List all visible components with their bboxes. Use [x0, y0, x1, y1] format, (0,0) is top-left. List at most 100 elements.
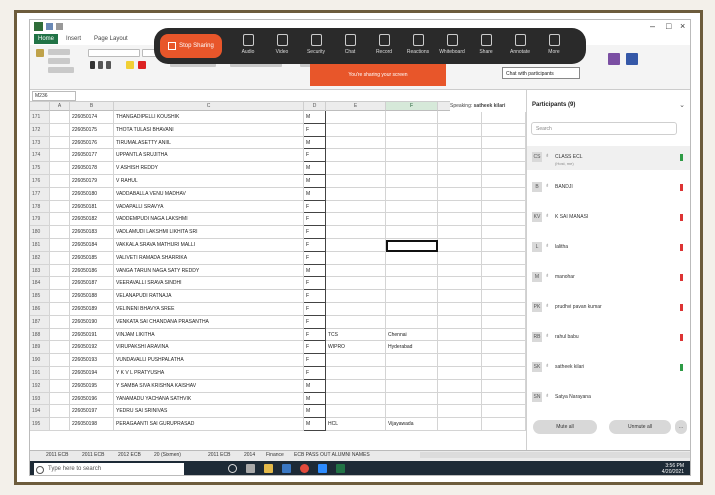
cell[interactable]: M	[304, 418, 326, 431]
cell[interactable]	[438, 315, 482, 329]
cell[interactable]: M	[304, 405, 326, 419]
participant-row[interactable]: SN ♁ Satya Narayana	[527, 386, 690, 410]
cell[interactable]: 226050184	[70, 239, 114, 252]
cell[interactable]	[326, 277, 386, 291]
cell[interactable]	[482, 303, 526, 316]
cell[interactable]: M	[304, 392, 326, 406]
toolbar-annotate-button[interactable]: Annotate	[506, 34, 534, 55]
selected-cell[interactable]	[386, 240, 438, 252]
cell[interactable]: F	[304, 149, 326, 163]
cell[interactable]: UPPANTLA SRUJITHA	[114, 149, 304, 163]
cell[interactable]: 226050174	[70, 111, 114, 124]
cell[interactable]	[326, 111, 386, 124]
cell[interactable]	[482, 162, 526, 175]
row-header[interactable]: 189	[30, 341, 50, 355]
cell[interactable]	[50, 367, 70, 380]
paste-icon[interactable]	[36, 49, 44, 57]
row-header[interactable]: 178	[30, 200, 50, 214]
cell[interactable]	[326, 354, 386, 367]
cell[interactable]: M	[304, 162, 326, 175]
cell[interactable]	[50, 264, 70, 278]
cell[interactable]: 226050179	[70, 175, 114, 188]
cell[interactable]	[386, 187, 438, 201]
cell[interactable]: M	[304, 187, 326, 201]
cell[interactable]	[482, 290, 526, 303]
cell[interactable]: F	[304, 200, 326, 214]
cell[interactable]: VANGA TARUN NAGA SATY REDDY	[114, 264, 304, 278]
cell[interactable]	[438, 290, 482, 303]
cell[interactable]: M	[304, 136, 326, 150]
cell[interactable]	[326, 315, 386, 329]
col-header-a[interactable]: A	[50, 102, 70, 111]
cell[interactable]	[326, 303, 386, 316]
cell[interactable]	[326, 187, 386, 201]
cell[interactable]: Vijayawada	[386, 418, 438, 431]
cell[interactable]	[326, 367, 386, 380]
cell[interactable]: Hyderabad	[386, 341, 438, 355]
participant-row[interactable]: CS ♁ CLASS ECL (Host, me)	[527, 146, 690, 170]
cell[interactable]	[386, 392, 438, 406]
sheet-tab[interactable]: 2012 ECB	[118, 452, 141, 458]
row-header[interactable]: 192	[30, 379, 50, 393]
cell[interactable]	[386, 405, 438, 419]
participant-row[interactable]: KV ♁ K SAI MANASI	[527, 206, 690, 230]
cell[interactable]	[482, 251, 526, 265]
cell[interactable]: 226050196	[70, 392, 114, 406]
cell[interactable]: TIRUMALASETTY ANIIL	[114, 136, 304, 150]
cell[interactable]	[50, 277, 70, 291]
mute-all-button[interactable]: Mute all	[533, 420, 597, 434]
font-name-select[interactable]	[88, 49, 140, 57]
cell[interactable]: 226050190	[70, 315, 114, 329]
cell[interactable]: 226050189	[70, 303, 114, 316]
cell[interactable]	[482, 187, 526, 201]
col-header-c[interactable]: C	[114, 102, 304, 111]
undo-icon[interactable]	[56, 23, 63, 30]
row-header[interactable]: 171	[30, 111, 50, 124]
cell[interactable]	[326, 213, 386, 227]
cell[interactable]	[326, 264, 386, 278]
cell[interactable]	[386, 200, 438, 214]
cell[interactable]: HCL	[326, 418, 386, 431]
cell[interactable]: F	[304, 277, 326, 291]
cell[interactable]	[50, 123, 70, 137]
cell[interactable]: Chennai	[386, 328, 438, 342]
sheet-tab[interactable]: 2011 ECB	[82, 452, 104, 458]
cell[interactable]	[438, 367, 482, 380]
participant-row[interactable]: L ♁ lalitha	[527, 236, 690, 260]
cell[interactable]: VINJAM LIKITHA	[114, 328, 304, 342]
cell[interactable]: F	[304, 226, 326, 239]
chrome-icon[interactable]	[300, 464, 309, 473]
cell[interactable]: F	[304, 123, 326, 137]
cell[interactable]: VELINENI BHAVYA SREE	[114, 303, 304, 316]
cell[interactable]	[482, 264, 526, 278]
copy-button[interactable]	[48, 58, 70, 64]
cell[interactable]	[482, 418, 526, 431]
cell[interactable]	[438, 200, 482, 214]
cell[interactable]	[326, 162, 386, 175]
cell[interactable]	[326, 251, 386, 265]
col-header-b[interactable]: B	[70, 102, 114, 111]
sheet-tab[interactable]: Finance	[266, 452, 284, 458]
cell[interactable]	[438, 111, 482, 124]
cell[interactable]	[50, 405, 70, 419]
cell[interactable]	[50, 175, 70, 188]
tab-home[interactable]: Home	[34, 34, 59, 44]
cell[interactable]: F	[304, 239, 326, 252]
cell[interactable]: F	[304, 251, 326, 265]
cell[interactable]	[326, 200, 386, 214]
row-header[interactable]: 187	[30, 315, 50, 329]
maximize-icon[interactable]: □	[666, 21, 671, 31]
cell[interactable]: M	[304, 175, 326, 188]
cell[interactable]	[326, 136, 386, 150]
excel-taskbar-icon[interactable]	[336, 464, 345, 473]
cell[interactable]: F	[304, 328, 326, 342]
cell[interactable]: F	[304, 315, 326, 329]
cell[interactable]: TCS	[326, 328, 386, 342]
fill-color-icon[interactable]	[126, 61, 134, 69]
row-header[interactable]: 172	[30, 123, 50, 137]
participant-row[interactable]: RB ♁ rahul babu	[527, 326, 690, 350]
cell[interactable]	[386, 354, 438, 367]
cell[interactable]	[50, 341, 70, 355]
cell[interactable]	[438, 379, 482, 393]
cell[interactable]	[326, 149, 386, 163]
